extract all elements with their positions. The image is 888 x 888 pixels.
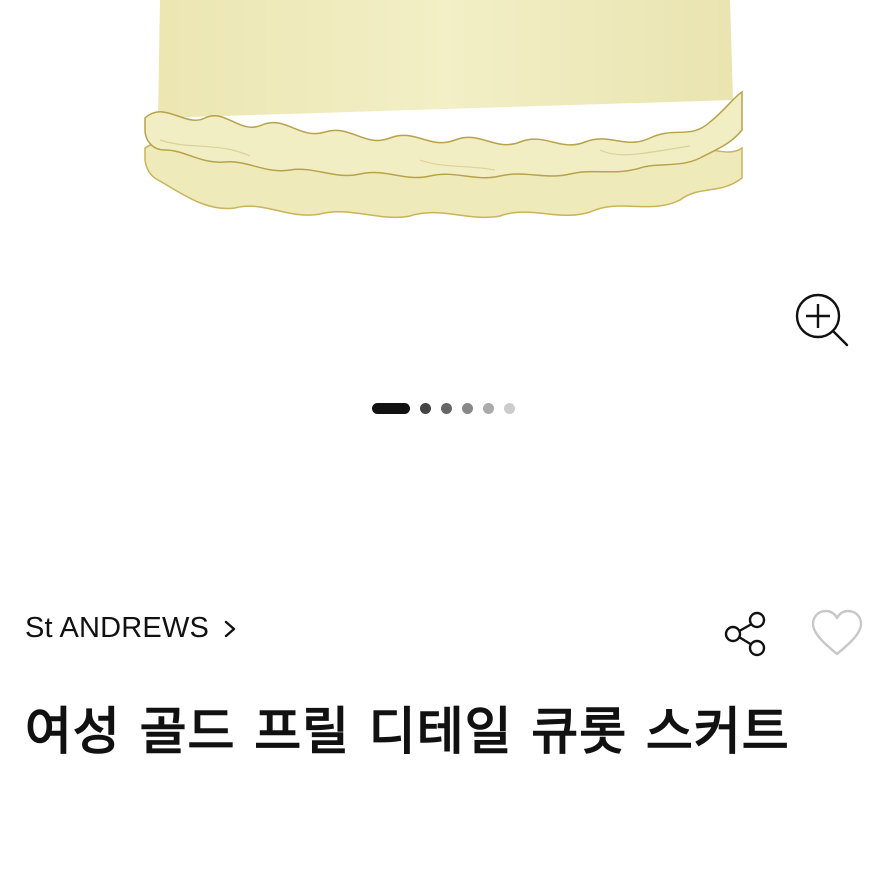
pager-dot-4[interactable] [462,403,473,414]
pager-dot-2[interactable] [420,403,431,414]
chevron-right-icon [224,620,236,637]
pager-dot-6[interactable] [504,403,515,414]
brand-row: St ANDREWS [25,608,865,658]
brand-link[interactable]: St ANDREWS [25,612,241,645]
pager-dot-1[interactable] [372,403,410,414]
heart-outline-icon [811,609,863,656]
share-button[interactable] [720,608,772,660]
share-icon [724,611,766,657]
pager-dot-3[interactable] [441,403,452,414]
product-image [144,0,743,219]
product-title: 여성 골드 프릴 디테일 큐롯 스커트 [25,703,790,762]
zoom-button[interactable] [792,290,852,350]
zoom-in-icon [795,293,849,347]
product-image-gallery[interactable] [0,0,888,450]
pager-dot-5[interactable] [483,403,494,414]
like-button[interactable] [809,608,865,660]
brand-name: St ANDREWS [25,612,210,644]
